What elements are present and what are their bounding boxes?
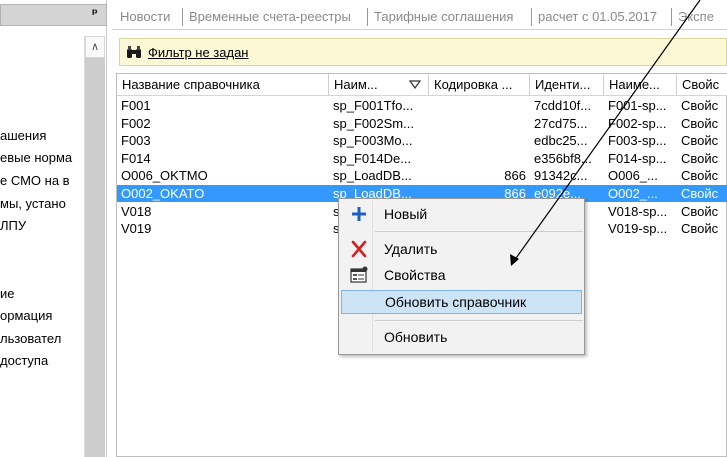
table-cell xyxy=(433,97,526,114)
context-menu: Новый Удалить Свойства Обновить справочн… xyxy=(338,198,585,355)
table-row[interactable]: F014 sp_F014De... e356bf8... F014-sp... Свой… xyxy=(117,150,727,167)
table-cell: F002-sp... xyxy=(608,115,667,131)
left-panel-header: ᵖ xyxy=(0,4,107,26)
column-header-label: Наим... xyxy=(334,77,378,92)
table-cell: F001-sp... xyxy=(608,98,667,113)
table-cell: V018-sp... xyxy=(608,203,668,219)
tree-item[interactable]: ие xyxy=(0,286,15,302)
table-cell: edbc25... xyxy=(534,133,588,149)
table-cell: Свойс xyxy=(681,221,719,237)
scroll-up-icon[interactable]: ∧ xyxy=(85,36,105,58)
scrollbar-thumb[interactable] xyxy=(85,58,105,457)
table-cell: O002_OKATO xyxy=(121,186,205,201)
menu-separator xyxy=(375,231,583,232)
table-row[interactable]: F001 sp_F001Tfo... 7cdd10f... F001-sp... Сво… xyxy=(117,97,727,114)
table-cell: F003 xyxy=(121,133,151,149)
table-cell: Свойс xyxy=(681,98,719,113)
menu-item-refresh-directory[interactable]: Обновить справочник xyxy=(341,290,582,314)
table-cell: V019-sp... xyxy=(608,221,668,237)
table-cell: 7cdd10f... xyxy=(534,98,592,113)
table-cell: F014 xyxy=(121,150,151,166)
left-scrollbar[interactable]: ∧ xyxy=(84,36,105,457)
table-cell: V019 xyxy=(121,221,152,237)
menu-separator xyxy=(375,320,583,321)
tree-item[interactable]: мы, устано xyxy=(0,196,66,212)
table-cell: sp_F001Tfo... xyxy=(333,98,414,113)
navigation-tree: ашения евые норма е СМО на в мы, устано … xyxy=(0,36,84,457)
tree-item[interactable]: ашения xyxy=(0,128,46,144)
table-cell xyxy=(433,132,526,149)
table-row[interactable]: O006_OKTMO sp_LoadDB... 866 91342c... O006_.… xyxy=(117,167,727,184)
table-row[interactable]: F002 sp_F002Sm... 27cd75... F002-sp... Свойс xyxy=(117,115,727,132)
table-cell: Свойс xyxy=(681,186,719,201)
pin-icon[interactable]: ᵖ xyxy=(92,7,98,22)
table-cell: O002_... xyxy=(608,186,658,201)
table-cell: Свойс xyxy=(681,150,719,166)
tree-item[interactable]: е СМО на в xyxy=(0,173,70,189)
tab-bar: Новости Временные счета-реестры Тарифные… xyxy=(112,4,727,30)
tab-calculation[interactable]: расчет с 01.05.2017 xyxy=(538,9,657,24)
table-cell: F014-sp... xyxy=(608,150,667,166)
filter-bar: Фильтр не задан xyxy=(119,38,727,66)
table-cell: 27cd75... xyxy=(534,115,588,131)
tree-item[interactable]: доступа xyxy=(0,353,48,369)
tab-divider xyxy=(182,8,183,26)
table-cell: sp_F003Mo... xyxy=(333,133,413,149)
column-header-properties[interactable]: Свойс xyxy=(677,74,727,96)
column-header-encoding[interactable]: Кодировка ... xyxy=(429,74,530,96)
tab-divider xyxy=(367,8,368,26)
tree-item[interactable]: льзовател xyxy=(0,331,61,347)
table-cell: F003-sp... xyxy=(608,133,667,149)
binoculars-icon xyxy=(127,46,141,58)
menu-item-label: Обновить xyxy=(384,329,448,345)
tab-tariff-agreements[interactable]: Тарифные соглашения xyxy=(374,9,513,24)
menu-item-label: Обновить справочник xyxy=(385,294,527,310)
menu-item-label: Свойства xyxy=(384,267,446,283)
delete-x-icon xyxy=(351,240,367,258)
table-cell: Свойс xyxy=(681,203,719,219)
tree-item[interactable]: ЛПУ xyxy=(0,218,26,234)
table-row[interactable]: F003 sp_F003Mo... edbc25... F003-sp... Свойс xyxy=(117,132,727,149)
grid-header: Название справочника Наим... Кодировка .… xyxy=(117,74,727,96)
column-header-name2[interactable]: Наиме... xyxy=(604,74,677,96)
menu-item-delete[interactable]: Удалить xyxy=(341,237,582,261)
table-cell: Свойс xyxy=(681,168,719,184)
table-cell: Свойс xyxy=(681,115,719,131)
table-cell: Свойс xyxy=(681,133,719,149)
table-cell: V018 xyxy=(121,203,152,219)
menu-item-properties[interactable]: Свойства xyxy=(341,263,582,287)
tree-item[interactable]: ормация xyxy=(0,308,52,324)
column-header-identifier[interactable]: Иденти... xyxy=(530,74,604,96)
menu-item-refresh[interactable]: Обновить xyxy=(341,325,582,349)
plus-icon xyxy=(352,207,366,221)
table-cell: sp_LoadDB... xyxy=(333,168,412,184)
tree-item[interactable]: евые норма xyxy=(0,150,72,166)
table-cell: O006_... xyxy=(608,168,658,184)
filter-link[interactable]: Фильтр не задан xyxy=(148,45,249,60)
table-cell: F002 xyxy=(121,115,151,131)
table-cell: O006_OKTMO xyxy=(121,168,208,184)
column-header-procedure[interactable]: Наим... xyxy=(329,74,429,96)
left-panel: ᵖ ашения евые норма е СМО на в мы, устан… xyxy=(0,0,107,457)
menu-item-label: Новый xyxy=(384,206,428,222)
column-header-name[interactable]: Название справочника xyxy=(117,74,329,96)
table-cell: sp_F002Sm... xyxy=(333,115,414,131)
tab-divider xyxy=(531,8,532,26)
sort-down-icon xyxy=(409,80,421,89)
menu-item-new[interactable]: Новый xyxy=(341,202,582,226)
table-cell: 866 xyxy=(504,168,526,184)
table-cell: e356bf8... xyxy=(534,150,592,166)
tab-divider xyxy=(671,8,672,26)
tab-export[interactable]: Экспе xyxy=(678,9,714,24)
table-cell: sp_F014De... xyxy=(333,150,412,166)
tab-news[interactable]: Новости xyxy=(120,9,170,24)
menu-item-label: Удалить xyxy=(384,241,438,257)
properties-icon xyxy=(350,266,368,283)
table-cell: F001 xyxy=(121,98,151,113)
table-cell xyxy=(433,115,526,132)
table-cell xyxy=(433,150,526,167)
table-cell: 91342c... xyxy=(534,168,588,184)
tab-temp-registers[interactable]: Временные счета-реестры xyxy=(189,9,351,24)
